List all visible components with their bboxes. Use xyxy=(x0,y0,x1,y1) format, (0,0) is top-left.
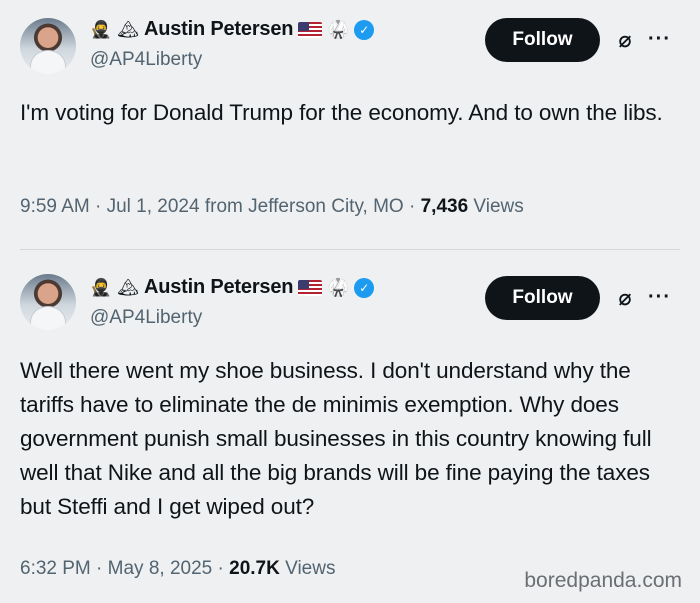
verified-badge-icon: ✓ xyxy=(354,19,375,40)
tweet-text: I'm voting for Donald Trump for the econ… xyxy=(20,100,663,125)
author-name[interactable]: Austin Petersen xyxy=(144,276,293,299)
avatar[interactable] xyxy=(20,274,76,330)
views-label: Views xyxy=(285,558,336,579)
follow-button[interactable]: Follow xyxy=(485,276,600,320)
author-name[interactable]: Austin Petersen xyxy=(144,18,293,41)
tweet-card: 🥷 🏔 Austin Petersen 🥋 ✓ @AP4Liberty Foll… xyxy=(0,0,700,248)
tweet-location: from Jefferson City, MO xyxy=(204,196,404,217)
grok-icon[interactable]: ⌀ xyxy=(613,286,637,310)
mountain-emoji-icon: 🏔 xyxy=(117,277,139,297)
tweet-meta: 9:59 AM · Jul 1, 2024 from Jefferson Cit… xyxy=(20,196,524,217)
us-flag-icon xyxy=(298,21,323,38)
author-row: 🥷 🏔 Austin Petersen 🥋 ✓ xyxy=(90,276,375,299)
tweet-date[interactable]: Jul 1, 2024 xyxy=(107,196,200,217)
author-handle[interactable]: @AP4Liberty xyxy=(90,307,202,329)
tweet-card: 🥷 🏔 Austin Petersen 🥋 ✓ @AP4Liberty Foll… xyxy=(0,258,700,603)
views-count: 7,436 xyxy=(420,196,469,217)
tweet-text: Well there went my shoe business. I don'… xyxy=(20,358,652,519)
more-options-icon[interactable]: ··· xyxy=(648,28,671,51)
verified-badge-icon: ✓ xyxy=(354,277,375,298)
author-row: 🥷 🏔 Austin Petersen 🥋 ✓ xyxy=(90,18,375,41)
tweet-time[interactable]: 6:32 PM xyxy=(20,558,91,579)
tweet-meta: 6:32 PM · May 8, 2025 · 20.7K Views xyxy=(20,558,336,579)
karate-gi-icon: 🥋 xyxy=(327,19,349,39)
avatar[interactable] xyxy=(20,18,76,74)
tweet-date[interactable]: May 8, 2025 xyxy=(108,558,213,579)
karate-gi-icon: 🥋 xyxy=(327,277,349,297)
views-count: 20.7K xyxy=(229,558,280,579)
watermark: boredpanda.com xyxy=(524,569,682,592)
more-options-icon[interactable]: ··· xyxy=(648,286,671,309)
ninja-emoji-icon: 🥷 xyxy=(90,277,112,297)
us-flag-icon xyxy=(298,279,323,296)
follow-button[interactable]: Follow xyxy=(485,18,600,62)
tweet-divider xyxy=(20,249,680,250)
mountain-emoji-icon: 🏔 xyxy=(117,19,139,39)
author-handle[interactable]: @AP4Liberty xyxy=(90,49,202,71)
ninja-emoji-icon: 🥷 xyxy=(90,19,112,39)
tweet-time[interactable]: 9:59 AM xyxy=(20,196,90,217)
grok-icon[interactable]: ⌀ xyxy=(613,28,637,52)
views-label: Views xyxy=(473,196,524,217)
